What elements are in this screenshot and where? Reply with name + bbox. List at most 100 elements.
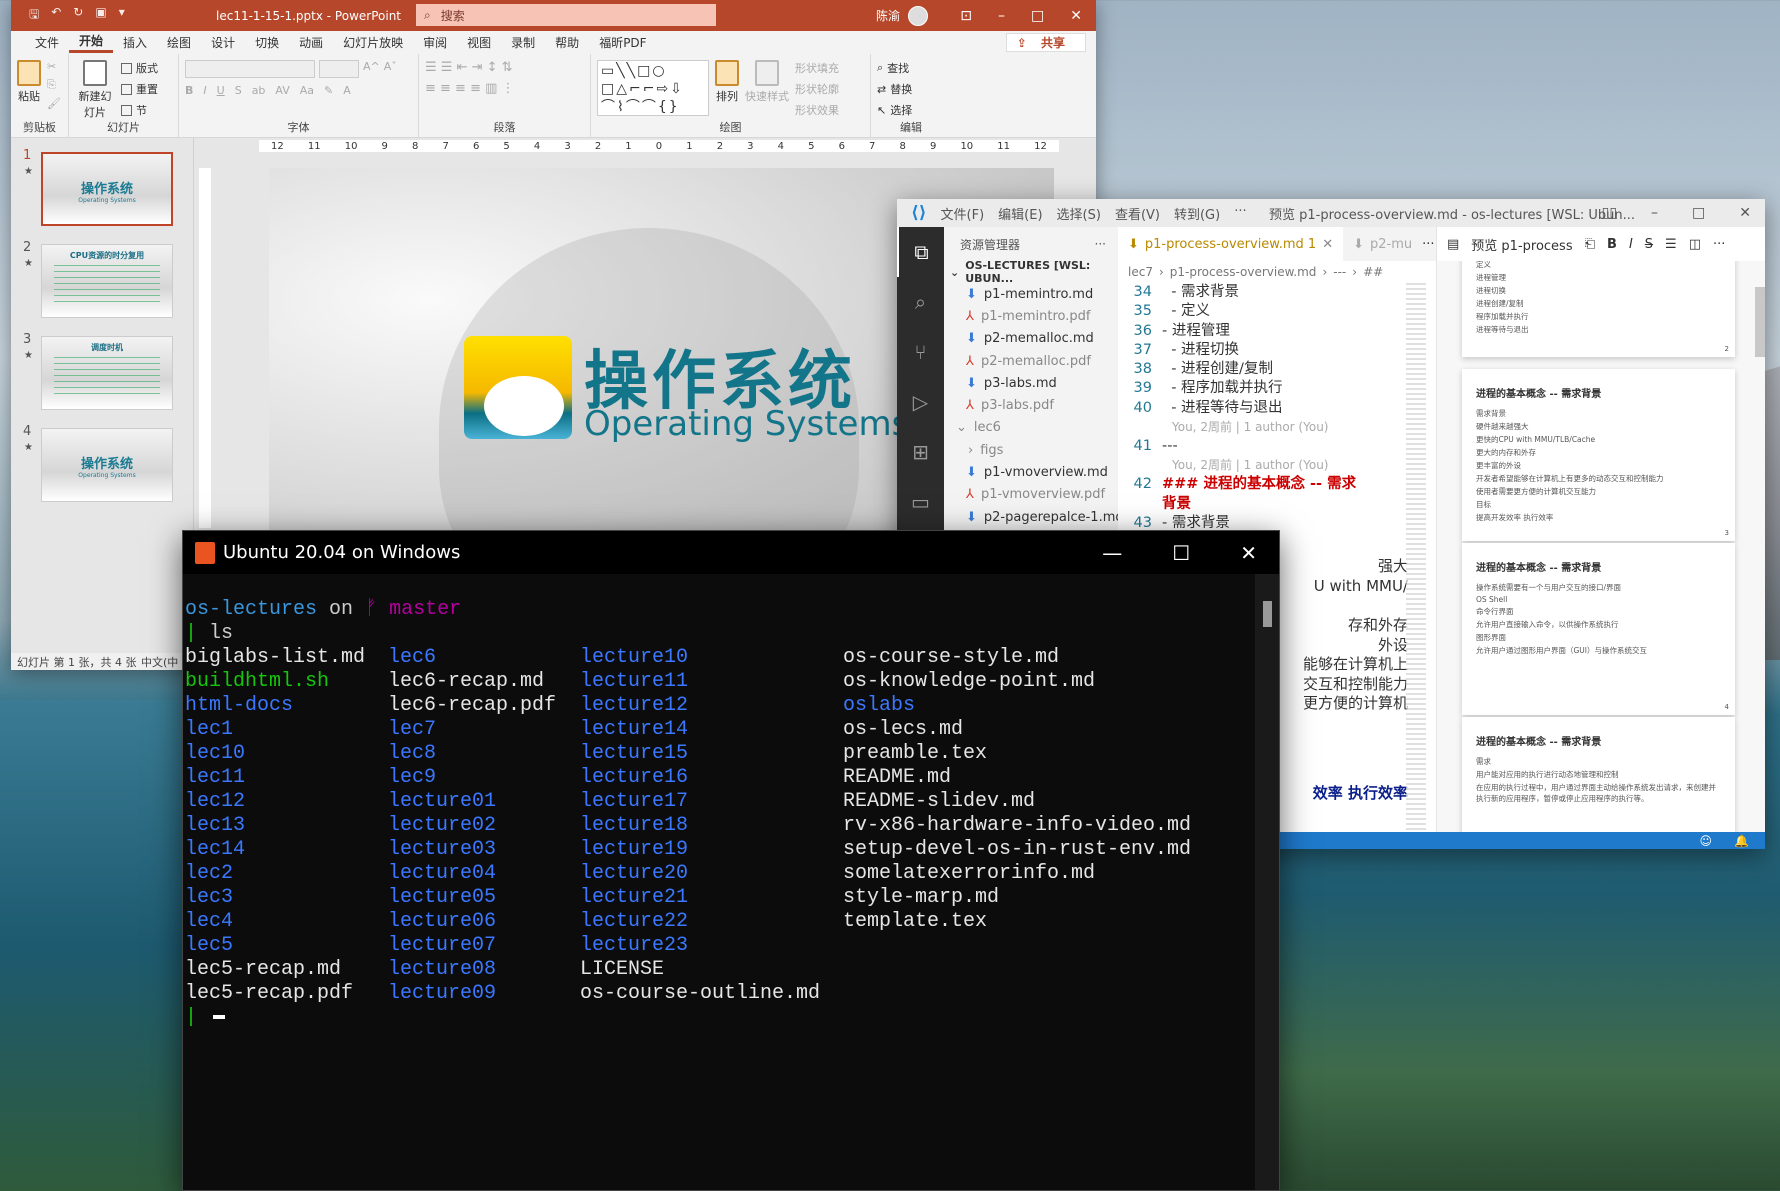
vscode-titlebar[interactable]: ⟨⟩ 文件(F) 编辑(E) 选择(S) 查看(V) 转到(G) ··· 预览 p1-pr… <box>897 199 1765 227</box>
preview-slide-card[interactable]: 进程的基本概念 -- 需求背景 需求 用户能对应用的执行进行动态地管理和控制 在应用的… <box>1462 717 1735 832</box>
terminal-titlebar[interactable]: Ubuntu 20.04 on Windows — ☐ ✕ <box>183 531 1279 574</box>
explorer-item[interactable]: ⅄ p1-vmoverview.pdf <box>944 484 1118 506</box>
preview-slide-card[interactable]: 进程的基本概念 -- 需求背景 操作系统需要有一个与用户交互的接口/界面 OS Sh… <box>1462 543 1735 715</box>
ribbon-display-icon[interactable]: ⊡ <box>960 8 972 24</box>
save-icon[interactable]: 🖫 <box>29 5 39 26</box>
breadcrumb-symbol[interactable]: --- <box>1333 265 1346 279</box>
grow-font-icon[interactable]: A^ <box>363 60 380 78</box>
ppt-titlebar[interactable]: 🖫 ↶ ↻ ▣ ▾ lec11-1-15-1.pptx - PowerPoint ⌕ 搜索… <box>11 0 1096 31</box>
char-spacing-icon[interactable]: AV <box>275 84 289 97</box>
underline-button[interactable]: U <box>217 84 225 97</box>
search-icon[interactable]: ⌕ <box>897 277 944 327</box>
language-indicator[interactable]: 中文(中 <box>141 654 178 670</box>
strikethrough-icon[interactable]: S <box>1645 237 1653 252</box>
open-source-icon[interactable]: ⎗ <box>1585 237 1595 252</box>
git-blame-annotation[interactable]: You, 2周前 | 1 author (You) <box>1118 456 1436 475</box>
menu-item[interactable]: ··· <box>1234 204 1246 223</box>
code-line[interactable]: 36 - 进程管理 <box>1118 322 1436 341</box>
menu-item[interactable]: 文件(F) <box>941 204 985 223</box>
search-box[interactable]: ⌕ 搜索 <box>416 4 716 26</box>
user-account[interactable]: 陈渝 <box>876 5 929 26</box>
minimize-button[interactable]: – <box>1651 205 1658 221</box>
slide-title-en[interactable]: Operating Systems <box>584 404 909 444</box>
scrollbar-thumb[interactable] <box>1263 601 1272 627</box>
breadcrumb-file[interactable]: p1-process-overview.md <box>1170 265 1317 279</box>
ribbon-tab[interactable]: 录制 <box>501 34 545 51</box>
code-line[interactable]: 38 - 进程创建/复制 <box>1118 360 1436 379</box>
shape-effects-button[interactable]: 形状效果 <box>795 102 839 118</box>
ribbon-tab[interactable]: 福昕PDF <box>589 34 656 51</box>
more-tabs-icon[interactable]: ··· <box>1422 237 1434 252</box>
git-blame-annotation[interactable]: You, 2周前 | 1 author (You) <box>1118 418 1436 437</box>
layout-button[interactable]: 版式 <box>121 60 158 76</box>
terminal-scrollbar[interactable] <box>1255 574 1279 1190</box>
terminal-window[interactable]: Ubuntu 20.04 on Windows — ☐ ✕ os-lectures … <box>182 530 1280 1191</box>
slide-thumbnail[interactable]: CPU资源的时分复用 <box>41 244 173 318</box>
preview-slide-card[interactable]: 进程的基本概念 -- 需求背景 需求背景 硬件越来越强大 更快的CPU with MM… <box>1462 369 1735 541</box>
change-case-icon[interactable]: Aa <box>300 84 314 97</box>
code-line[interactable]: 40 - 进程等待与退出 <box>1118 399 1436 418</box>
menu-item[interactable]: 编辑(E) <box>998 204 1042 223</box>
shadow-button[interactable]: S <box>235 84 242 97</box>
ribbon-tab[interactable]: 开始 <box>69 32 114 53</box>
font-name-select[interactable] <box>185 60 315 78</box>
more-icon[interactable]: ··· <box>1095 237 1106 251</box>
close-tab-icon[interactable]: ✕ <box>1322 237 1333 252</box>
code-line[interactable]: 39 - 程序加载并执行 <box>1118 379 1436 398</box>
highlight-icon[interactable]: ✎ <box>324 84 333 97</box>
shape-outline-button[interactable]: 形状轮廓 <box>795 81 839 97</box>
maximize-button[interactable]: □ <box>1031 8 1044 24</box>
explorer-item[interactable]: › figs <box>944 439 1118 461</box>
menu-item[interactable]: 转到(G) <box>1174 204 1220 223</box>
redo-icon[interactable]: ↻ <box>73 5 83 26</box>
run-debug-icon[interactable]: ▷ <box>897 377 944 427</box>
ribbon-tab[interactable]: 绘图 <box>157 34 201 51</box>
present-icon[interactable]: ▣ <box>95 5 106 26</box>
code-line[interactable]: 41 --- <box>1118 437 1436 456</box>
slide-thumbnail[interactable]: 调度时机 <box>41 336 173 410</box>
workspace-root[interactable]: ⌄ OS-LECTURES [WSL: UBUN... <box>944 259 1118 285</box>
align-icons[interactable]: ≡ ≡ ≡ ≡ ▥ ⋮ <box>425 81 584 96</box>
find-button[interactable]: ⌕ 查找 <box>877 60 912 76</box>
ribbon-tab[interactable]: 设计 <box>201 34 245 51</box>
notifications-bell-icon[interactable]: 🔔 <box>1734 834 1749 848</box>
minimize-button[interactable]: – <box>998 8 1005 24</box>
list-icon[interactable]: ☰ <box>1665 237 1677 252</box>
code-lines[interactable]: 34 - 需求背景 35 - 定义 36- 进程管理 37 - 进程切换 38 - 进程… <box>1118 283 1436 533</box>
preview-tab[interactable]: ▤ 预览 p1-process ⎗ B I S ☰ ◫ ··· <box>1437 227 1765 261</box>
slide-thumbnail[interactable]: 操作系统 Operating Systems <box>41 428 173 502</box>
close-button[interactable]: ✕ <box>1070 8 1082 24</box>
maximize-button[interactable]: □ <box>1692 205 1705 221</box>
ribbon-tab[interactable]: 幻灯片放映 <box>333 34 413 51</box>
extensions-icon[interactable]: ⊞ <box>897 427 944 477</box>
select-button[interactable]: ↖ 选择 <box>877 102 912 118</box>
explorer-item[interactable]: ⬇ p1-memintro.md <box>944 283 1118 305</box>
undo-icon[interactable]: ↶ <box>51 5 61 26</box>
ribbon-tab[interactable]: 插入 <box>113 34 157 51</box>
shrink-font-icon[interactable]: Aˇ <box>384 60 397 78</box>
strikethrough-icon[interactable]: ab <box>252 84 266 97</box>
preview-slide-card[interactable]: 定义 进程管理 进程切换 进程创建/复制 程序加载并执行 进程等待与退出 2 <box>1462 247 1735 357</box>
explorer-item[interactable]: ⅄ p1-memintro.pdf <box>944 305 1118 327</box>
ribbon-tab[interactable]: 帮助 <box>545 34 589 51</box>
tab-p1-process-overview[interactable]: ⬇ p1-process-overview.md 1 ✕ <box>1118 227 1344 261</box>
explorer-item[interactable]: ⬇ p1-vmoverview.md <box>944 461 1118 483</box>
breadcrumb-heading[interactable]: ## <box>1363 265 1383 279</box>
shapes-gallery[interactable]: ▭╲╲□○ □△⌐⌐⇨⇩ ⌒⌇⌒⌒{} <box>597 60 709 116</box>
source-control-icon[interactable]: ⑂ <box>897 327 944 377</box>
list-icons[interactable]: ☰ ☰ ⇤ ⇥ ↕ ⇅ <box>425 60 584 75</box>
more-icon[interactable]: ··· <box>1713 237 1725 252</box>
explorer-item[interactable]: ⅄ p2-memalloc.pdf <box>944 350 1118 372</box>
font-color-icon[interactable]: A <box>343 84 351 97</box>
terminal-output[interactable]: os-lectures on ᚠ master | ls biglabs-lis… <box>185 598 1191 1030</box>
copy-icon[interactable]: ⎘ <box>47 78 61 92</box>
shape-fill-button[interactable]: 形状填充 <box>795 60 839 76</box>
minimize-button[interactable]: — <box>1102 541 1122 565</box>
italic-icon[interactable]: I <box>1629 237 1633 252</box>
explorer-item[interactable]: ⬇ p2-memalloc.md <box>944 328 1118 350</box>
slide-thumbnail[interactable]: 操作系统 Operating Systems <box>41 152 173 226</box>
font-size-select[interactable] <box>319 60 359 78</box>
ribbon-tab[interactable]: 审阅 <box>413 34 457 51</box>
close-button[interactable]: ✕ <box>1739 205 1751 221</box>
ribbon-tab[interactable]: 文件 <box>25 34 69 51</box>
